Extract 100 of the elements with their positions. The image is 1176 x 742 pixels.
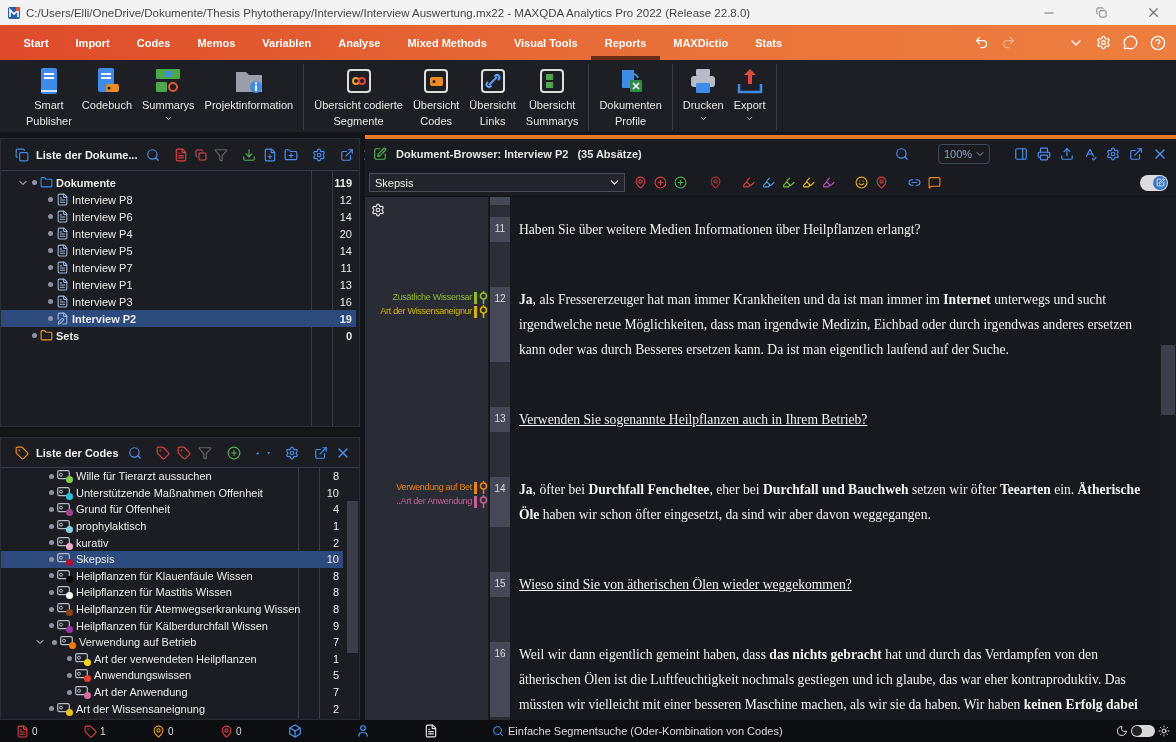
code-icon <box>60 636 73 648</box>
tree-row[interactable]: Interview P6 14 <box>1 208 356 225</box>
ribbon-button[interactable]: Drucken <box>678 64 728 125</box>
tree-row[interactable]: Sets 0 <box>1 327 356 344</box>
duplicate-icon[interactable] <box>195 148 208 161</box>
code-row[interactable]: Skepsis 10 <box>1 550 343 568</box>
coding-stripe-icon[interactable] <box>479 481 488 494</box>
restore-icon[interactable] <box>1095 7 1107 18</box>
document-icon[interactable] <box>174 147 189 162</box>
code-row[interactable]: Unterstützende Maßnahmen Offenheit 10 <box>1 484 343 502</box>
code-tag-icon[interactable] <box>156 445 171 460</box>
ribbon-button[interactable]: Projektinformation <box>200 64 298 114</box>
code-row[interactable]: prophylaktisch 1 <box>1 517 343 535</box>
ribbon-button[interactable]: Übersicht Codes <box>408 64 464 130</box>
code-row[interactable]: kurativ 2 <box>1 534 343 551</box>
undock-icon[interactable] <box>1129 147 1143 161</box>
comment-icon[interactable] <box>928 176 941 189</box>
panel-icon[interactable] <box>1014 147 1028 161</box>
undo-icon[interactable] <box>974 35 989 50</box>
export-icon[interactable] <box>1060 147 1074 161</box>
coding-label[interactable]: Zusätliche Wissensar <box>392 291 472 304</box>
coding-stripe-icon[interactable] <box>479 495 488 508</box>
code-row[interactable]: Anwendungswissen 5 <box>1 667 343 684</box>
code-dropdown[interactable]: Skepsis <box>369 173 625 192</box>
ribbon-button[interactable]: Dokumenten Profile <box>595 64 666 130</box>
spellcheck-icon[interactable] <box>1083 147 1097 161</box>
tree-row[interactable]: Interview P5 14 <box>1 242 356 259</box>
new-document-icon[interactable] <box>263 147 278 162</box>
search-icon[interactable] <box>127 445 142 460</box>
code-row[interactable]: Art der Wissensaneignung 2 <box>1 700 343 717</box>
edit-toggle[interactable] <box>1140 174 1168 191</box>
code-row[interactable]: Verwendung auf Betrieb 7 <box>1 633 343 651</box>
search-icon[interactable] <box>146 147 161 162</box>
tree-row[interactable]: Dokumente 119 <box>1 174 356 191</box>
code-icon <box>75 686 88 697</box>
tree-row[interactable]: Interview P1 13 <box>1 276 356 293</box>
coding-stripe-icon[interactable] <box>479 305 488 318</box>
ribbon-button[interactable]: Summarys <box>138 64 199 125</box>
pin-icon[interactable] <box>709 176 722 189</box>
code-row[interactable]: Heilpflanzen für Kälberdurchfall Wissen 9 <box>1 617 343 634</box>
pin-icon[interactable] <box>875 176 888 189</box>
code-row[interactable]: Art der verwendeten Heilpflanzen 1 <box>1 650 343 668</box>
add-code-icon[interactable] <box>674 176 687 189</box>
smiley-icon[interactable] <box>855 176 868 189</box>
tree-row[interactable]: Interview P8 12 <box>1 191 356 208</box>
ribbon-button[interactable]: Übersicht Summarys <box>521 64 583 130</box>
add-code-icon[interactable] <box>654 176 667 189</box>
settings-icon[interactable] <box>312 147 327 162</box>
ribbon-button[interactable]: Übersicht Links <box>465 64 520 130</box>
ribbon-button[interactable]: Codebuch <box>77 64 136 114</box>
chat-icon[interactable] <box>1123 35 1138 50</box>
code-row[interactable]: Wille für Tierarzt aussuchen 8 <box>1 468 343 485</box>
settings-icon[interactable] <box>285 445 300 460</box>
highlighter-icon[interactable] <box>802 176 815 189</box>
link-icon[interactable] <box>908 176 921 189</box>
tree-row[interactable]: Interview P3 16 <box>1 293 356 310</box>
menu-tab[interactable]: Memos <box>183 25 249 60</box>
code-row[interactable]: Grund für Offenheit 4 <box>1 501 343 518</box>
tree-row[interactable]: Interview P7 11 <box>1 259 356 276</box>
import-icon[interactable] <box>242 147 257 162</box>
settings-icon[interactable] <box>1106 147 1120 161</box>
code-row[interactable]: Art der Anwendung 7 <box>1 683 343 701</box>
sun-icon <box>1158 725 1170 737</box>
paragraph-number: 15 <box>490 572 510 597</box>
menu-tab[interactable]: Analyse <box>324 25 394 60</box>
highlighter-icon[interactable] <box>742 176 755 189</box>
new-code-icon[interactable] <box>227 445 242 460</box>
menu-tab[interactable]: Codes <box>123 25 184 60</box>
code-row[interactable]: Heilpflanzen für Klauenfäule Wissen 8 <box>1 567 343 585</box>
highlighter-icon[interactable] <box>762 176 775 189</box>
ribbon-button[interactable]: Export <box>729 64 770 125</box>
code-label: Verwendung auf Betrieb <box>79 636 197 649</box>
ribbon-button[interactable]: Smart Publisher <box>22 64 76 130</box>
code-row[interactable]: Heilpflanzen für Mastitis Wissen 8 <box>1 584 343 601</box>
coding-label[interactable]: Art der Wissensaneignur <box>380 305 472 318</box>
theme-toggle[interactable] <box>1131 725 1155 737</box>
code-row[interactable]: Heilpflanzen für Atemwegserkrankung Wissen 8 <box>1 600 343 618</box>
highlighter-icon[interactable] <box>782 176 795 189</box>
printer-icon[interactable] <box>1037 147 1051 161</box>
coding-label[interactable]: ..Art der Anwendung <box>396 495 472 508</box>
menu-tab[interactable]: Import <box>62 25 124 60</box>
tree-row[interactable]: Interview P4 20 <box>1 225 356 242</box>
help-icon[interactable] <box>1150 34 1166 51</box>
pin-icon[interactable] <box>634 176 647 189</box>
new-folder-icon[interactable] <box>284 147 299 162</box>
tree-row[interactable]: Interview P2 19 <box>1 310 356 327</box>
filter-icon[interactable] <box>198 445 213 460</box>
coding-stripe-icon[interactable] <box>479 291 488 304</box>
filter-icon[interactable] <box>214 147 229 162</box>
code-filter-icon[interactable] <box>177 445 192 460</box>
paragraph-number: 13 <box>490 407 510 432</box>
menu-tab[interactable]: Variablen <box>248 25 325 60</box>
menu-tab[interactable]: Start <box>10 25 63 60</box>
ribbon-button[interactable]: Übersicht codierte Segmente <box>310 64 407 130</box>
zoom-dropdown[interactable]: 100% <box>938 144 990 164</box>
search-icon[interactable] <box>895 147 909 161</box>
undock-icon[interactable] <box>314 445 328 460</box>
coding-label[interactable]: Verwendung auf Bet <box>396 481 472 494</box>
undock-icon[interactable] <box>340 147 355 162</box>
highlighter-icon[interactable] <box>822 176 835 189</box>
